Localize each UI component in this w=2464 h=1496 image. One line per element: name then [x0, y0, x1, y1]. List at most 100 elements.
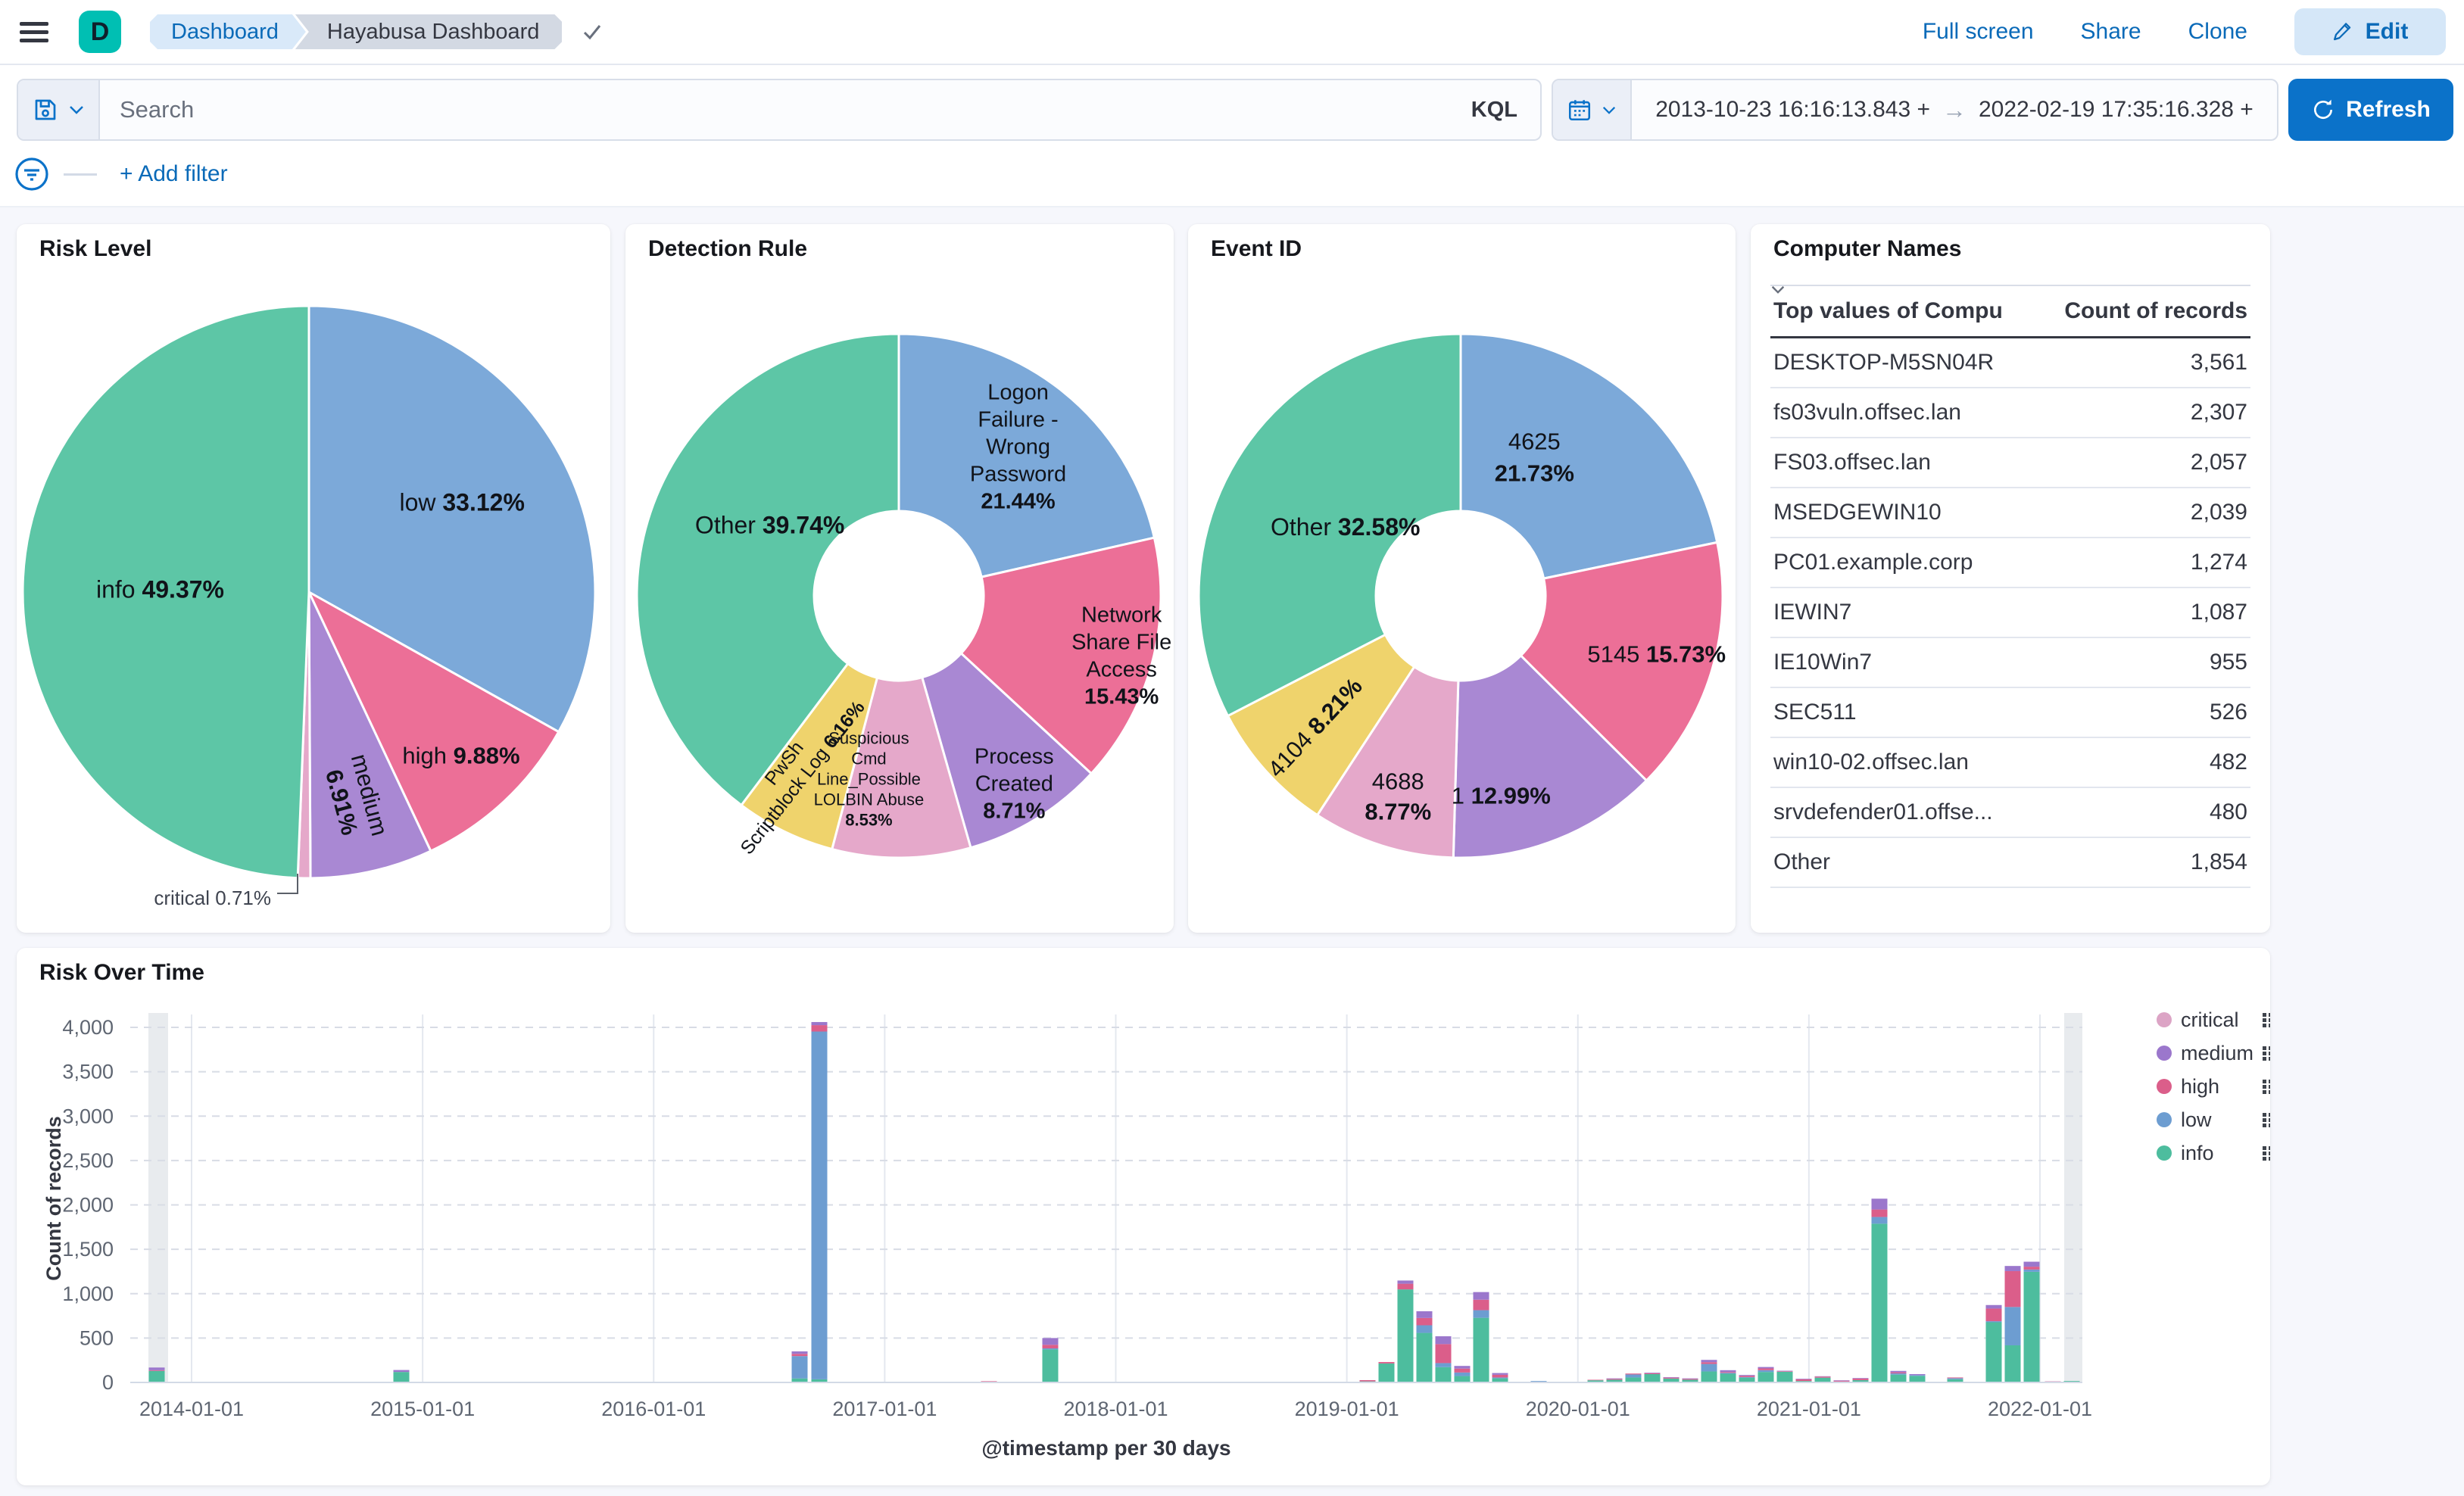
add-filter-link[interactable]: + Add filter: [120, 161, 228, 187]
bar-segment-low[interactable]: [791, 1356, 808, 1379]
legend-actions-icon[interactable]: [2269, 1146, 2270, 1150]
bar-segment-high[interactable]: [1416, 1317, 1433, 1326]
bar-segment-high[interactable]: [1720, 1372, 1736, 1373]
bar-segment-low[interactable]: [2023, 1269, 2040, 1272]
bar-segment-medium[interactable]: [1473, 1292, 1489, 1300]
bar-segment-medium[interactable]: [1492, 1373, 1508, 1375]
full-screen-link[interactable]: Full screen: [1923, 19, 2034, 45]
bar-segment-high[interactable]: [1042, 1345, 1059, 1348]
bar-segment-medium[interactable]: [1985, 1304, 2002, 1309]
table-row[interactable]: win10-02.offsec.lan 482: [1770, 738, 2250, 788]
bar-segment-medium[interactable]: [1720, 1370, 1736, 1373]
legend-actions-icon[interactable]: [2269, 1157, 2270, 1161]
bar-segment-high[interactable]: [1776, 1371, 1793, 1372]
legend-actions-icon[interactable]: [2269, 1057, 2270, 1061]
detection-rule-donut-chart[interactable]: Logon Failure -Wrong Password 21.44%Network…: [625, 224, 1174, 933]
bar-segment-low[interactable]: [1701, 1364, 1717, 1372]
bar-segment-high[interactable]: [1795, 1379, 1812, 1382]
legend-actions-icon[interactable]: [2269, 1124, 2270, 1127]
bar-segment-info[interactable]: [2023, 1271, 2040, 1382]
bar-segment-info[interactable]: [1985, 1322, 2002, 1382]
bar-segment-medium[interactable]: [1739, 1375, 1755, 1376]
bar-segment-medium[interactable]: [1416, 1311, 1433, 1318]
legend-actions-icon[interactable]: [2269, 1052, 2270, 1055]
bar-segment-high[interactable]: [1644, 1373, 1661, 1374]
bar-segment-medium[interactable]: [1701, 1360, 1717, 1363]
bar-segment-low[interactable]: [1042, 1348, 1059, 1350]
bar-segment-medium[interactable]: [393, 1370, 410, 1373]
table-row[interactable]: IE10Win7 955: [1770, 638, 2250, 688]
kql-language-button[interactable]: KQL: [1471, 98, 1517, 123]
clone-link[interactable]: Clone: [2188, 19, 2247, 45]
legend-actions-icon[interactable]: [2263, 1052, 2266, 1055]
bar-segment-medium[interactable]: [1663, 1376, 1680, 1378]
bar-segment-high[interactable]: [811, 1025, 828, 1032]
bar-segment-medium[interactable]: [1909, 1373, 1926, 1376]
bar-segment-medium[interactable]: [811, 1021, 828, 1026]
bar-segment-low[interactable]: [1454, 1372, 1471, 1376]
legend-actions-icon[interactable]: [2269, 1013, 2270, 1017]
bar-segment-info[interactable]: [1776, 1371, 1793, 1382]
legend-actions-icon[interactable]: [2263, 1090, 2266, 1094]
bar-segment-high[interactable]: [1663, 1377, 1680, 1379]
legend-actions-icon[interactable]: [2263, 1085, 2266, 1089]
legend-actions-icon[interactable]: [2263, 1124, 2266, 1127]
table-row[interactable]: srvdefender01.offse... 480: [1770, 788, 2250, 838]
bar-segment-high[interactable]: [1435, 1344, 1452, 1364]
legend-actions-icon[interactable]: [2263, 1146, 2266, 1150]
legend-actions-icon[interactable]: [2269, 1046, 2270, 1050]
table-row[interactable]: MSEDGEWIN10 2,039: [1770, 488, 2250, 538]
bar-segment-high[interactable]: [1814, 1376, 1831, 1378]
table-row[interactable]: FS03.offsec.lan 2,057: [1770, 438, 2250, 488]
bar-segment-info[interactable]: [1454, 1376, 1471, 1382]
bar-segment-low[interactable]: [1416, 1325, 1433, 1333]
bar-segment-high[interactable]: [1587, 1379, 1604, 1381]
legend-actions-icon[interactable]: [2269, 1118, 2270, 1122]
bar-segment-info[interactable]: [1758, 1372, 1774, 1382]
legend-actions-icon[interactable]: [2263, 1118, 2266, 1122]
column-header-count[interactable]: Count of records: [1771, 286, 2247, 324]
legend-actions-icon[interactable]: [2269, 1090, 2270, 1094]
pie-slice-4625[interactable]: [1459, 332, 1719, 580]
check-icon[interactable]: [579, 18, 606, 45]
bar-segment-info[interactable]: [2004, 1345, 2021, 1382]
legend-actions-icon[interactable]: [2263, 1080, 2266, 1083]
bar-segment-high[interactable]: [791, 1354, 808, 1357]
refresh-button[interactable]: Refresh: [2288, 79, 2453, 141]
menu-icon[interactable]: [20, 17, 48, 47]
saved-query-menu[interactable]: [18, 80, 100, 139]
bar-segment-medium[interactable]: [1833, 1380, 1850, 1382]
legend-actions-icon[interactable]: [2263, 1018, 2266, 1022]
legend-actions-icon[interactable]: [2263, 1113, 2266, 1117]
bar-segment-info[interactable]: [1871, 1223, 1888, 1382]
edit-button[interactable]: Edit: [2294, 8, 2446, 55]
bar-segment-medium[interactable]: [2004, 1266, 2021, 1271]
bar-segment-medium[interactable]: [1758, 1367, 1774, 1369]
legend-item-high[interactable]: high: [2157, 1075, 2270, 1098]
column-header-computer[interactable]: Top values of Compu: [1771, 286, 2003, 324]
legend-actions-icon[interactable]: [2263, 1046, 2266, 1050]
bar-segment-medium[interactable]: [1435, 1336, 1452, 1345]
risk-level-pie-chart[interactable]: low 33.12%high 9.88%medium6.91%critical …: [17, 224, 610, 933]
bar-segment-medium[interactable]: [2023, 1261, 2040, 1267]
legend-actions-icon[interactable]: [2263, 1024, 2266, 1027]
bar-segment-medium[interactable]: [1852, 1378, 1869, 1379]
bar-segment-info[interactable]: [148, 1370, 165, 1382]
bar-segment-medium[interactable]: [1454, 1366, 1471, 1369]
bar-segment-high[interactable]: [1701, 1362, 1717, 1364]
legend-actions-icon[interactable]: [2269, 1113, 2270, 1117]
bar-segment-high[interactable]: [2004, 1270, 2021, 1307]
bar-segment-high[interactable]: [1947, 1377, 1963, 1379]
bar-segment-high[interactable]: [1454, 1368, 1471, 1373]
bar-segment-info[interactable]: [1720, 1373, 1736, 1382]
legend-actions-icon[interactable]: [2269, 1080, 2270, 1083]
date-to[interactable]: 2022-02-19 17:35:16.328 +: [1979, 97, 2253, 123]
table-row[interactable]: PC01.example.corp 1,274: [1770, 538, 2250, 588]
bar-segment-low[interactable]: [1909, 1375, 1926, 1376]
legend-actions-icon[interactable]: [2263, 1013, 2266, 1017]
bar-segment-info[interactable]: [1397, 1289, 1414, 1382]
legend-item-medium[interactable]: medium: [2157, 1042, 2270, 1064]
bar-segment-high[interactable]: [1739, 1376, 1755, 1377]
event-id-donut-chart[interactable]: 4625 21.73%5145 15.73%1 12.99%4688 8.77%41…: [1188, 224, 1736, 933]
bar-segment-low[interactable]: [1890, 1373, 1907, 1375]
